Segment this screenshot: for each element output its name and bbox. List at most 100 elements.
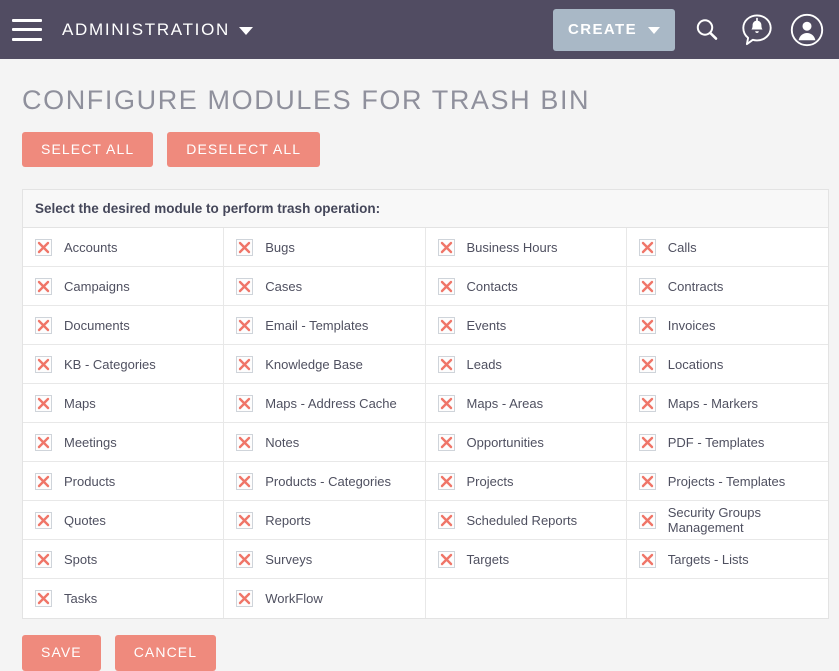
cancel-button[interactable]: CANCEL (114, 635, 217, 671)
checkbox-checked-x-icon[interactable] (638, 238, 656, 256)
save-button[interactable]: SAVE (22, 635, 101, 671)
checkbox-checked-x-icon[interactable] (437, 394, 455, 412)
module-selector[interactable]: ADMINISTRATION (62, 20, 253, 40)
module-checkbox-row[interactable]: Maps - Areas (425, 384, 627, 424)
module-selector-label: ADMINISTRATION (62, 19, 230, 39)
checkbox-checked-x-icon[interactable] (437, 433, 455, 451)
checkbox-checked-x-icon[interactable] (236, 238, 254, 256)
checkbox-checked-x-icon[interactable] (437, 355, 455, 373)
module-checkbox-row[interactable]: Email - Templates (224, 306, 426, 346)
checkbox-checked-x-icon[interactable] (236, 511, 254, 529)
module-checkbox-row[interactable]: Security Groups Management (626, 501, 828, 541)
module-label: Meetings (64, 434, 117, 450)
checkbox-checked-x-icon[interactable] (437, 472, 455, 490)
module-checkbox-row[interactable]: Reports (224, 501, 426, 541)
checkbox-checked-x-icon[interactable] (437, 511, 455, 529)
module-checkbox-row[interactable]: Maps (23, 384, 225, 424)
checkbox-checked-x-icon[interactable] (35, 238, 52, 256)
module-grid-empty-cell (626, 579, 828, 619)
module-label: Knowledge Base (265, 356, 363, 372)
module-checkbox-row[interactable]: PDF - Templates (626, 423, 828, 463)
module-checkbox-row[interactable]: Knowledge Base (224, 345, 426, 385)
checkbox-checked-x-icon[interactable] (35, 316, 52, 334)
module-label: Locations (667, 356, 724, 372)
deselect-all-button[interactable]: DESELECT ALL (167, 132, 321, 168)
module-checkbox-row[interactable]: Targets - Lists (626, 540, 828, 580)
checkbox-checked-x-icon[interactable] (638, 511, 656, 529)
module-checkbox-row[interactable]: Tasks (23, 579, 225, 619)
search-icon[interactable] (689, 12, 725, 48)
module-selection-panel: Select the desired module to perform tra… (22, 189, 829, 620)
checkbox-checked-x-icon[interactable] (236, 433, 254, 451)
module-label: Targets - Lists (667, 551, 749, 567)
module-label: Email - Templates (265, 317, 369, 333)
module-label: Notes (265, 434, 300, 450)
module-checkbox-row[interactable]: Calls (626, 228, 828, 268)
checkbox-checked-x-icon[interactable] (236, 394, 254, 412)
module-checkbox-row[interactable]: Cases (224, 267, 426, 307)
hamburger-menu-icon[interactable] (12, 18, 42, 41)
module-checkbox-row[interactable]: Documents (23, 306, 225, 346)
checkbox-checked-x-icon[interactable] (35, 550, 52, 568)
checkbox-checked-x-icon[interactable] (236, 550, 254, 568)
checkbox-checked-x-icon[interactable] (638, 472, 656, 490)
module-checkbox-row[interactable]: Leads (425, 345, 627, 385)
checkbox-checked-x-icon[interactable] (236, 355, 254, 373)
checkbox-checked-x-icon[interactable] (437, 316, 455, 334)
panel-header-text: Select the desired module to perform tra… (23, 190, 828, 229)
module-label: Maps (64, 395, 96, 411)
notification-bell-icon[interactable] (739, 12, 775, 48)
checkbox-checked-x-icon[interactable] (638, 277, 656, 295)
module-label: Events (466, 317, 507, 333)
module-checkbox-row[interactable]: Contracts (626, 267, 828, 307)
checkbox-checked-x-icon[interactable] (236, 316, 254, 334)
module-checkbox-row[interactable]: Notes (224, 423, 426, 463)
module-checkbox-row[interactable]: Spots (23, 540, 225, 580)
checkbox-checked-x-icon[interactable] (35, 433, 52, 451)
module-checkbox-row[interactable]: Maps - Markers (626, 384, 828, 424)
module-checkbox-row[interactable]: Maps - Address Cache (224, 384, 426, 424)
module-label: Cases (265, 278, 303, 294)
module-checkbox-row[interactable]: KB - Categories (23, 345, 225, 385)
module-checkbox-row[interactable]: Accounts (23, 228, 225, 268)
module-checkbox-row[interactable]: WorkFlow (224, 579, 426, 619)
module-checkbox-row[interactable]: Invoices (626, 306, 828, 346)
module-checkbox-row[interactable]: Products (23, 462, 225, 502)
checkbox-checked-x-icon[interactable] (35, 394, 52, 412)
user-avatar-icon[interactable] (789, 12, 825, 48)
module-checkbox-row[interactable]: Projects - Templates (626, 462, 828, 502)
module-checkbox-row[interactable]: Campaigns (23, 267, 225, 307)
module-checkbox-row[interactable]: Opportunities (425, 423, 627, 463)
module-checkbox-row[interactable]: Quotes (23, 501, 225, 541)
module-checkbox-row[interactable]: Scheduled Reports (425, 501, 627, 541)
checkbox-checked-x-icon[interactable] (236, 590, 254, 608)
module-checkbox-row[interactable]: Products - Categories (224, 462, 426, 502)
checkbox-checked-x-icon[interactable] (35, 355, 52, 373)
checkbox-checked-x-icon[interactable] (638, 355, 656, 373)
module-label: Quotes (64, 512, 106, 528)
create-button[interactable]: CREATE (553, 8, 675, 51)
checkbox-checked-x-icon[interactable] (437, 277, 455, 295)
checkbox-checked-x-icon[interactable] (35, 277, 52, 295)
checkbox-checked-x-icon[interactable] (35, 472, 52, 490)
checkbox-checked-x-icon[interactable] (437, 238, 455, 256)
checkbox-checked-x-icon[interactable] (638, 316, 656, 334)
module-checkbox-row[interactable]: Contacts (425, 267, 627, 307)
module-checkbox-row[interactable]: Surveys (224, 540, 426, 580)
checkbox-checked-x-icon[interactable] (236, 277, 254, 295)
select-all-button[interactable]: SELECT ALL (22, 132, 154, 168)
module-checkbox-row[interactable]: Bugs (224, 228, 426, 268)
module-checkbox-row[interactable]: Meetings (23, 423, 225, 463)
module-checkbox-row[interactable]: Targets (425, 540, 627, 580)
checkbox-checked-x-icon[interactable] (638, 433, 656, 451)
checkbox-checked-x-icon[interactable] (437, 550, 455, 568)
checkbox-checked-x-icon[interactable] (35, 590, 52, 608)
checkbox-checked-x-icon[interactable] (638, 550, 656, 568)
checkbox-checked-x-icon[interactable] (35, 511, 52, 529)
module-checkbox-row[interactable]: Business Hours (425, 228, 627, 268)
checkbox-checked-x-icon[interactable] (638, 394, 656, 412)
checkbox-checked-x-icon[interactable] (236, 472, 254, 490)
module-checkbox-row[interactable]: Projects (425, 462, 627, 502)
module-checkbox-row[interactable]: Events (425, 306, 627, 346)
module-checkbox-row[interactable]: Locations (626, 345, 828, 385)
